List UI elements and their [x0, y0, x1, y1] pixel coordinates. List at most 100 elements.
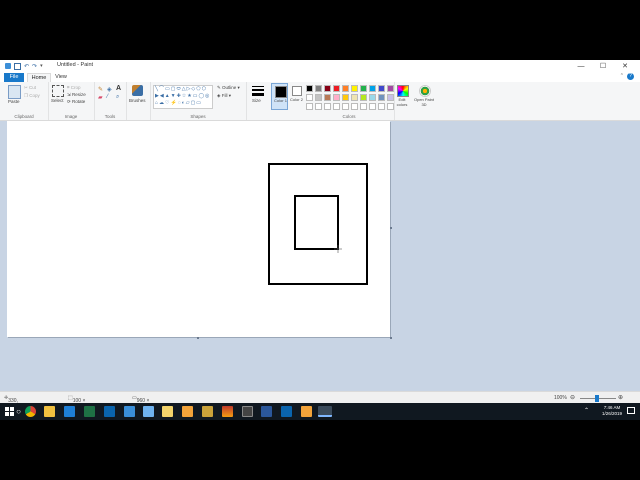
- tab-view[interactable]: View: [52, 73, 70, 82]
- customize-dropdown-icon[interactable]: ▾: [40, 63, 43, 69]
- color-swatch[interactable]: [387, 85, 394, 92]
- redo-icon[interactable]: ↷: [32, 63, 37, 70]
- eraser-icon[interactable]: ▰: [98, 94, 103, 101]
- color-swatch[interactable]: [360, 85, 367, 92]
- color-swatch[interactable]: [315, 103, 322, 110]
- app-icon-dark[interactable]: [242, 406, 253, 417]
- app-icon-folder[interactable]: [162, 406, 173, 417]
- color-swatch[interactable]: [342, 103, 349, 110]
- pencil-icon[interactable]: ✎: [98, 86, 103, 93]
- remote-icon[interactable]: [124, 406, 135, 417]
- app-icon-gold[interactable]: [202, 406, 213, 417]
- select-button[interactable]: Select: [51, 98, 64, 103]
- crop-button[interactable]: ⌗ Crop: [67, 85, 81, 90]
- outlook-icon[interactable]: [104, 406, 115, 417]
- color-swatch[interactable]: [324, 85, 331, 92]
- app-icon-multicolor[interactable]: [222, 406, 233, 417]
- color-swatch[interactable]: [351, 94, 358, 101]
- color1-button[interactable]: Color 1: [271, 83, 288, 110]
- edge-icon[interactable]: [64, 406, 75, 417]
- search-icon[interactable]: ○: [13, 406, 24, 417]
- brush-icon[interactable]: [132, 85, 143, 96]
- color-swatch[interactable]: [342, 85, 349, 92]
- file-explorer-icon[interactable]: [44, 406, 55, 417]
- color-swatch[interactable]: [333, 85, 340, 92]
- color2-swatch: [292, 86, 302, 96]
- fill-label: Fill: [221, 93, 228, 98]
- collapse-ribbon-icon[interactable]: ⌃: [620, 73, 624, 79]
- word-icon[interactable]: [261, 406, 272, 417]
- canvas-resize-handle-bottom[interactable]: [197, 337, 199, 339]
- fill-dropdown[interactable]: ◈ Fill ▾: [217, 93, 231, 99]
- color-picker-icon[interactable]: ⁄: [107, 94, 108, 100]
- resize-button[interactable]: ⇲ Resize: [67, 92, 86, 98]
- paste-icon[interactable]: [8, 85, 21, 99]
- color-swatch[interactable]: [324, 94, 331, 101]
- notification-icon[interactable]: [627, 407, 635, 414]
- edit-colors-button[interactable]: Edit colors: [394, 84, 410, 110]
- color-swatch[interactable]: [387, 103, 394, 110]
- size-lines-icon[interactable]: [252, 86, 264, 96]
- color2-button[interactable]: Color 2: [289, 83, 304, 110]
- color-swatch[interactable]: [369, 94, 376, 101]
- zoom-slider-thumb[interactable]: [595, 395, 599, 402]
- color-swatch[interactable]: [306, 103, 313, 110]
- magnifier-icon[interactable]: ⌕: [116, 94, 119, 101]
- app-icon-orange-2[interactable]: [301, 406, 312, 417]
- tray-chevron-icon[interactable]: ⌃: [584, 407, 589, 414]
- close-button[interactable]: ✕: [614, 60, 636, 72]
- canvas-resize-handle-corner[interactable]: [390, 337, 392, 339]
- cut-button[interactable]: ✂ Cut: [24, 85, 36, 91]
- copy-button[interactable]: ❐ Copy: [24, 93, 40, 99]
- color-swatch[interactable]: [378, 103, 385, 110]
- undo-icon[interactable]: ↶: [24, 63, 29, 70]
- size-button[interactable]: Size: [252, 98, 261, 103]
- text-tool-icon[interactable]: A: [116, 85, 121, 92]
- tab-file[interactable]: File: [4, 73, 24, 82]
- color-swatch[interactable]: [306, 85, 313, 92]
- color-swatch[interactable]: [306, 94, 313, 101]
- color-swatch[interactable]: [369, 103, 376, 110]
- help-icon[interactable]: ?: [627, 73, 634, 80]
- app-icon-orange[interactable]: [182, 406, 193, 417]
- paint-window: ↶ ↷ ▾ Untitled - Paint — ☐ ✕ File Home V…: [0, 60, 640, 410]
- zoom-slider[interactable]: [580, 395, 616, 402]
- color-swatch[interactable]: [360, 94, 367, 101]
- color-swatch[interactable]: [315, 94, 322, 101]
- color-swatch[interactable]: [378, 85, 385, 92]
- rotate-button[interactable]: ⟳ Rotate: [67, 99, 85, 105]
- shapes-gallery[interactable]: ╲⌒▭▢⬭△▷◇⬠⬡ ▶◀▲▼✚☆★▭◯◎ ⌂☁♡⚡◌◐▱▢▭: [153, 85, 213, 109]
- minimize-button[interactable]: —: [570, 60, 592, 72]
- excel-icon[interactable]: [84, 406, 95, 417]
- fill-bucket-icon[interactable]: ◈: [107, 86, 112, 93]
- color-swatch[interactable]: [324, 103, 331, 110]
- paint-taskbar-icon[interactable]: [318, 406, 332, 417]
- crop-label: Crop: [70, 85, 81, 90]
- app-icon-blue[interactable]: [143, 406, 154, 417]
- color-swatch[interactable]: [369, 85, 376, 92]
- open-paint3d-button[interactable]: Open Paint 3D: [413, 84, 435, 110]
- color-swatch[interactable]: [315, 85, 322, 92]
- paste-button[interactable]: Paste: [8, 99, 20, 104]
- zoom-in-icon[interactable]: ⊕: [618, 394, 623, 401]
- edit-colors-icon: [397, 85, 409, 97]
- canvas-resize-handle-right[interactable]: [390, 227, 392, 229]
- color-swatch[interactable]: [360, 103, 367, 110]
- chrome-icon[interactable]: [25, 406, 36, 417]
- color-swatch[interactable]: [351, 103, 358, 110]
- color-swatch[interactable]: [333, 94, 340, 101]
- taskbar-clock[interactable]: 7:46 AM 1/26/2019: [602, 405, 622, 417]
- drawing-canvas[interactable]: [7, 121, 390, 337]
- maximize-button[interactable]: ☐: [592, 60, 614, 72]
- select-icon[interactable]: [52, 85, 64, 97]
- zoom-out-icon[interactable]: ⊖: [570, 394, 575, 401]
- color-swatch[interactable]: [342, 94, 349, 101]
- brushes-button[interactable]: Brushes: [129, 98, 146, 103]
- outlook-icon-2[interactable]: [281, 406, 292, 417]
- color-swatch[interactable]: [333, 103, 340, 110]
- color-swatch[interactable]: [351, 85, 358, 92]
- outline-dropdown[interactable]: ✎ Outline ▾: [217, 85, 240, 91]
- color-swatch[interactable]: [378, 94, 385, 101]
- color-swatch[interactable]: [387, 94, 394, 101]
- save-icon[interactable]: [14, 62, 21, 70]
